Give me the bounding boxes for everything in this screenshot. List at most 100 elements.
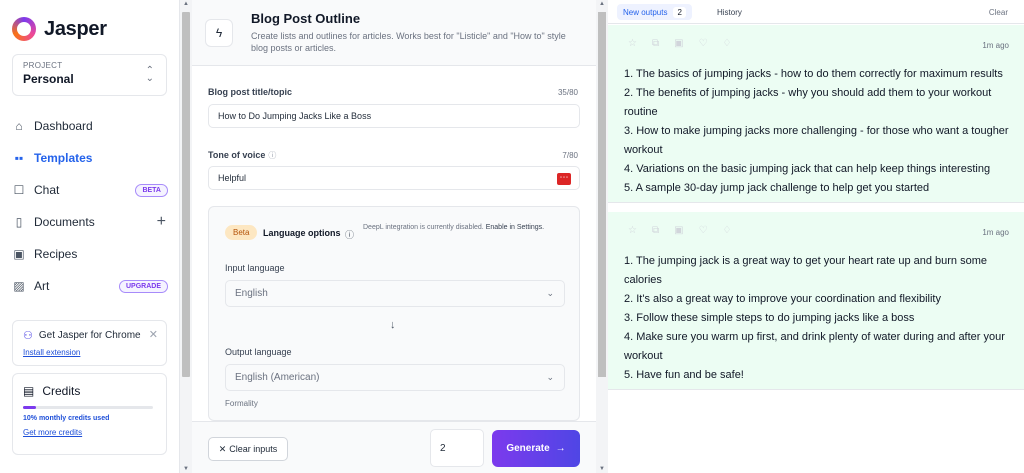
sidebar-item-dashboard[interactable]: ⌂ Dashboard	[12, 110, 168, 142]
tone-char-count: 7/80	[562, 151, 578, 160]
output-line: 2. It's also a great way to improve your…	[624, 293, 941, 305]
template-scrollbar[interactable]: ▲ ▼	[596, 0, 608, 473]
credits-used-text: 10% monthly credits used	[23, 415, 110, 422]
sidebar-item-label: Dashboard	[34, 119, 93, 133]
sidebar-item-chat[interactable]: ☐ Chat BETA	[12, 174, 168, 206]
copy-icon[interactable]: ⧉	[652, 225, 659, 236]
project-label: PROJECT	[23, 61, 63, 70]
tab-history[interactable]: History	[717, 8, 742, 17]
image-icon: ▨	[13, 279, 25, 293]
save-icon[interactable]: ▣	[674, 225, 683, 236]
scroll-down-icon[interactable]: ▼	[183, 466, 189, 472]
tab-new-outputs-label: New outputs	[623, 7, 668, 17]
output-count-input[interactable]: 2	[430, 429, 484, 467]
copy-icon[interactable]: ⧉	[652, 38, 659, 49]
output-line: 3. Follow these simple steps to do jumpi…	[624, 312, 915, 324]
get-more-credits-link[interactable]: Get more credits	[23, 428, 156, 437]
sidebar-scrollbar[interactable]: ▲ ▼	[180, 0, 192, 473]
output-language-select[interactable]: English (American) ⌄	[225, 364, 565, 391]
deepl-note: DeepL integration is currently disabled.…	[363, 223, 563, 233]
install-extension-link[interactable]: Install extension	[23, 348, 156, 357]
sidebar-item-templates[interactable]: ▪▪ Templates	[12, 142, 168, 174]
scroll-up-icon[interactable]: ▲	[183, 1, 189, 7]
tone-input[interactable]: Helpful ⋯	[208, 166, 580, 190]
output-line: 5. Have fun and be safe!	[624, 369, 744, 381]
output-card: ☆ ⧉ ▣ ♡ ♢ 1m ago 1. The basics of jumpin…	[608, 25, 1024, 203]
output-timestamp: 1m ago	[982, 228, 1009, 237]
output-line: 1. The jumping jack is a great way to ge…	[624, 255, 987, 286]
input-language-value: English	[235, 288, 268, 299]
thumbs-down-icon[interactable]: ♢	[723, 225, 732, 236]
document-icon: ▯	[15, 215, 23, 229]
generate-button[interactable]: Generate →	[492, 430, 580, 467]
output-text[interactable]: 1. The basics of jumping jacks - how to …	[624, 65, 1014, 198]
terminal-icon: ▣	[13, 247, 25, 261]
output-line: 2. The benefits of jumping jacks - why y…	[624, 87, 992, 118]
sidebar-nav: ⌂ Dashboard ▪▪ Templates ☐ Chat BETA ▯ D…	[12, 110, 168, 302]
output-language-label: Output language	[225, 347, 292, 357]
credits-card: ▤ Credits 10% monthly credits used Get m…	[12, 373, 167, 455]
clear-outputs-button[interactable]: Clear	[989, 8, 1008, 17]
project-selector[interactable]: PROJECT Personal ⌃ ⌄	[12, 54, 167, 96]
tab-new-outputs[interactable]: New outputs 2	[617, 4, 692, 20]
sidebar-item-label: Templates	[34, 151, 93, 165]
thumbs-up-icon[interactable]: ♡	[699, 38, 708, 49]
thumbs-down-icon[interactable]: ♢	[723, 38, 732, 49]
title-field-label: Blog post title/topic	[208, 87, 292, 97]
output-card: ☆ ⧉ ▣ ♡ ♢ 1m ago 1. The jumping jack is …	[608, 212, 1024, 390]
scroll-down-icon[interactable]: ▼	[599, 466, 605, 472]
output-line: 3. How to make jumping jacks more challe…	[624, 125, 1009, 156]
scrollbar-thumb[interactable]	[598, 12, 606, 377]
clear-inputs-button[interactable]: ✕ Clear inputs	[208, 437, 288, 461]
sidebar-item-recipes[interactable]: ▣ Recipes	[12, 238, 168, 270]
output-line: 4. Make sure you warm up first, and drin…	[624, 331, 1005, 362]
jasper-logo-icon	[12, 17, 36, 41]
output-language-value: English (American)	[235, 372, 320, 383]
star-icon[interactable]: ☆	[628, 38, 637, 49]
output-line: 4. Variations on the basic jumping jack …	[624, 163, 991, 175]
credits-progress-fill	[23, 406, 36, 409]
grid-icon: ▪▪	[14, 151, 24, 165]
sidebar-item-label: Recipes	[34, 247, 78, 261]
sidebar-item-label: Art	[34, 279, 50, 293]
sidebar-item-art[interactable]: ▨ Art UPGRADE	[12, 270, 168, 302]
beta-badge: Beta	[225, 225, 258, 240]
new-outputs-count: 2	[673, 6, 686, 18]
beta-badge: BETA	[135, 183, 168, 197]
more-options-icon[interactable]: ⋯	[557, 173, 571, 185]
output-line: 1. The basics of jumping jacks - how to …	[624, 68, 1003, 80]
close-icon[interactable]: ✕	[149, 328, 158, 341]
scroll-up-icon[interactable]: ▲	[599, 1, 605, 7]
deepl-note-text: DeepL integration is currently disabled.	[363, 224, 484, 231]
save-icon[interactable]: ▣	[674, 38, 683, 49]
scrollbar-thumb[interactable]	[182, 12, 190, 377]
plus-icon[interactable]: +	[157, 213, 166, 231]
home-icon: ⌂	[15, 119, 23, 133]
info-icon[interactable]: ⓘ	[268, 151, 276, 160]
upgrade-badge[interactable]: UPGRADE	[118, 279, 168, 293]
star-icon[interactable]: ☆	[628, 225, 637, 236]
chevron-down-icon: ⌄	[546, 372, 554, 382]
title-char-count: 35/80	[557, 88, 578, 97]
title-input[interactable]: How to Do Jumping Jacks Like a Boss	[208, 104, 580, 128]
output-count-value: 2	[440, 442, 446, 454]
template-header: ϟ Blog Post Outline Create lists and out…	[192, 0, 596, 66]
input-language-label: Input language	[225, 263, 285, 273]
info-icon[interactable]: ⓘ	[345, 228, 354, 241]
template-title: Blog Post Outline	[251, 11, 361, 26]
chevron-up-down-icon: ⌃ ⌄	[145, 65, 154, 84]
language-options-title: Language options	[263, 228, 341, 238]
output-text[interactable]: 1. The jumping jack is a great way to ge…	[624, 252, 1014, 385]
template-panel: ϟ Blog Post Outline Create lists and out…	[192, 0, 596, 473]
tone-field-label: Tone of voice ⓘ	[208, 150, 276, 161]
chat-icon: ☐	[13, 183, 25, 197]
receipt-icon: ▤	[23, 384, 35, 398]
sidebar-item-documents[interactable]: ▯ Documents +	[12, 206, 168, 238]
brand-logo[interactable]: Jasper	[12, 17, 107, 41]
brand-name: Jasper	[44, 17, 107, 40]
template-description: Create lists and outlines for articles. …	[251, 31, 566, 53]
input-language-select[interactable]: English ⌄	[225, 280, 565, 307]
template-form: Blog post title/topic 35/80 How to Do Ju…	[192, 66, 596, 421]
outputs-panel: New outputs 2 History Clear ☆ ⧉ ▣ ♡ ♢ 1m…	[608, 0, 1024, 473]
thumbs-up-icon[interactable]: ♡	[699, 225, 708, 236]
